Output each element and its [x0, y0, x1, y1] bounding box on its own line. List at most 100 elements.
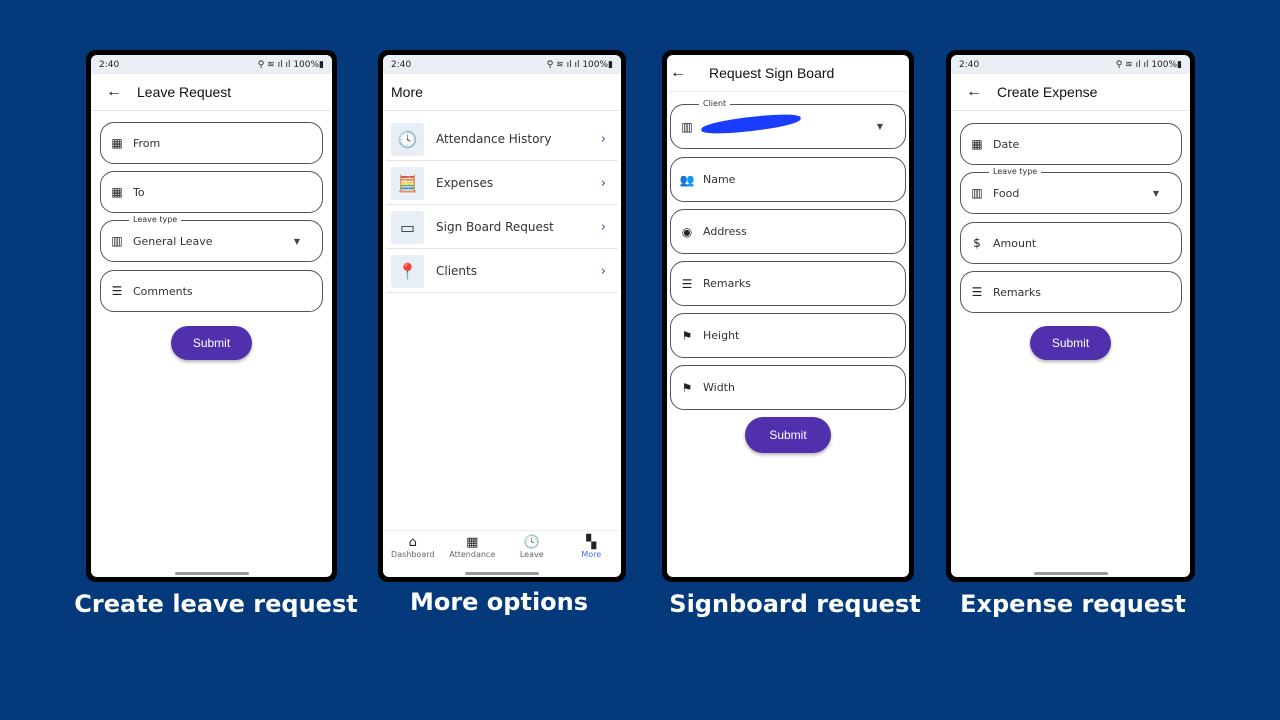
to-field[interactable]: ▦ To: [100, 171, 323, 213]
submit-button[interactable]: Submit: [171, 326, 252, 360]
calendar-icon: ▦: [466, 535, 479, 550]
chevron-right-icon: ›: [600, 175, 606, 191]
nav-label: Attendance: [449, 550, 496, 559]
chevron-right-icon: ›: [600, 131, 606, 147]
page-title: Leave Request: [137, 84, 232, 100]
caption-create-leave: Create leave request: [74, 590, 358, 618]
width-field[interactable]: ⚑ Width: [670, 365, 906, 410]
app-bar: ← Leave Request: [91, 74, 332, 111]
calculator-icon: 🧮: [391, 166, 424, 200]
date-field[interactable]: ▦ Date: [960, 123, 1182, 165]
client-field[interactable]: ▥ Client ▼: [670, 99, 906, 149]
status-bar: 2:40 ⚲ ≋ ıl ıl 100%▮: [383, 55, 621, 74]
field-value: Remarks: [993, 285, 1041, 299]
app-bar: ← Request Sign Board: [667, 55, 909, 92]
caption-more-options: More options: [409, 588, 589, 616]
bottom-navigation: ⌂ Dashboard ▦ Attendance 🕓 Leave ▚ More: [383, 530, 621, 570]
status-bar: 2:40 ⚲ ≋ ıl ıl 100%▮: [91, 55, 332, 74]
back-arrow-icon[interactable]: ←: [951, 83, 997, 101]
phone-leave-request: 2:40 ⚲ ≋ ıl ıl 100%▮ ← Leave Request Submi…: [86, 50, 337, 582]
signpost-icon: ⚑: [681, 328, 693, 343]
map-pins-icon: 📍: [391, 254, 424, 288]
remarks-field[interactable]: ☰ Remarks: [960, 271, 1182, 313]
list-item-label: Sign Board Request: [436, 220, 554, 234]
chevron-right-icon: ›: [600, 219, 606, 235]
calendar-icon: ▦: [111, 185, 123, 199]
list-item-label: Attendance History: [436, 132, 552, 146]
page-title: Create Expense: [997, 84, 1098, 100]
from-field[interactable]: ▦ From: [100, 122, 323, 164]
list-item-sign-board-request[interactable]: ▭ Sign Board Request ›: [386, 206, 618, 249]
remarks-field[interactable]: ☰ Remarks: [670, 261, 906, 306]
dropdown-arrow-icon[interactable]: ▼: [1153, 189, 1159, 198]
notes-icon: ☰: [971, 285, 983, 299]
app-bar: More: [383, 74, 621, 111]
leave-type-field[interactable]: ▥ Food Leave type ▼: [960, 167, 1182, 214]
nav-label: Dashboard: [391, 550, 435, 559]
nav-item-dashboard[interactable]: ⌂ Dashboard: [383, 531, 443, 570]
submit-button[interactable]: Submit: [1030, 326, 1111, 360]
field-legend: Leave type: [129, 215, 182, 224]
phone-create-expense: 2:40 ⚲ ≋ ıl ıl 100%▮ ← Create Expense Subm…: [946, 50, 1195, 582]
list-item-expenses[interactable]: 🧮 Expenses ›: [386, 162, 618, 205]
field-legend: Leave type: [989, 167, 1042, 176]
people-icon: 👥: [679, 172, 695, 187]
calendar-icon: ▦: [111, 136, 123, 150]
field-value: Address: [703, 225, 747, 238]
field-value: Width: [703, 381, 735, 394]
field-value: Date: [993, 137, 1020, 151]
clock-icon: 🕓: [523, 535, 540, 550]
clock-icon: 🕓: [391, 122, 424, 156]
field-value: General Leave: [133, 234, 213, 248]
back-arrow-icon[interactable]: ←: [91, 83, 137, 101]
dropdown-arrow-icon[interactable]: ▼: [294, 237, 300, 246]
dollar-icon: $: [973, 236, 981, 250]
table-icon: ▥: [971, 186, 983, 200]
table-icon: ▥: [681, 119, 693, 134]
amount-field[interactable]: $ Amount: [960, 222, 1182, 264]
signboard-icon: ▭: [391, 210, 424, 244]
phone-more-options: 2:40 ⚲ ≋ ıl ıl 100%▮ More ⌂ Dashboard ▦ Atte…: [378, 50, 626, 582]
nav-item-attendance[interactable]: ▦ Attendance: [443, 531, 503, 570]
signpost-icon: ⚑: [681, 380, 693, 395]
dropdown-arrow-icon[interactable]: ▼: [877, 122, 883, 131]
status-time: 2:40: [99, 59, 120, 70]
back-arrow-icon[interactable]: ←: [667, 64, 689, 82]
home-indicator: [1033, 572, 1108, 575]
nav-item-leave[interactable]: 🕓 Leave: [502, 531, 562, 570]
field-value: From: [133, 136, 161, 150]
table-icon: ▥: [111, 234, 123, 248]
leave-type-field[interactable]: ▥ General Leave Leave type ▼: [100, 215, 323, 262]
caption-expense: Expense request: [960, 590, 1186, 618]
phone-signboard-request: ← Request Sign Board Submit ▥ Client ▼ 👥 Name…: [662, 50, 914, 582]
caption-signboard: Signboard request: [669, 590, 921, 618]
calendar-icon: ▦: [971, 137, 983, 151]
redaction-scribble: [700, 111, 802, 137]
field-value: To: [133, 185, 145, 199]
address-field[interactable]: ◉ Address: [670, 209, 906, 254]
list-item-attendance-history[interactable]: 🕓 Attendance History ›: [386, 118, 618, 161]
field-value: Remarks: [703, 277, 751, 290]
height-field[interactable]: ⚑ Height: [670, 313, 906, 358]
field-value: Height: [703, 329, 740, 342]
list-item-label: Clients: [436, 264, 477, 278]
submit-button[interactable]: Submit: [745, 417, 831, 453]
chevron-right-icon: ›: [600, 263, 606, 279]
app-bar: ← Create Expense: [951, 74, 1190, 111]
notes-icon: ☰: [111, 284, 123, 298]
list-item-clients[interactable]: 📍 Clients ›: [386, 250, 618, 293]
field-legend: Client: [699, 99, 731, 108]
status-icons: ⚲ ≋ ıl ıl 100%▮: [257, 59, 324, 70]
home-indicator: [174, 572, 249, 575]
account-icon: ◉: [681, 224, 693, 239]
home-icon: ⌂: [408, 535, 417, 550]
comments-field[interactable]: ☰ Comments: [100, 270, 323, 312]
nav-label: More: [581, 550, 602, 559]
notes-icon: ☰: [681, 276, 693, 291]
nav-item-more[interactable]: ▚ More: [562, 531, 622, 570]
page-title: Request Sign Board: [709, 65, 835, 81]
name-field[interactable]: 👥 Name: [670, 157, 906, 202]
list-item-label: Expenses: [436, 176, 494, 190]
nav-label: Leave: [519, 550, 544, 559]
field-value: Food: [993, 186, 1020, 200]
